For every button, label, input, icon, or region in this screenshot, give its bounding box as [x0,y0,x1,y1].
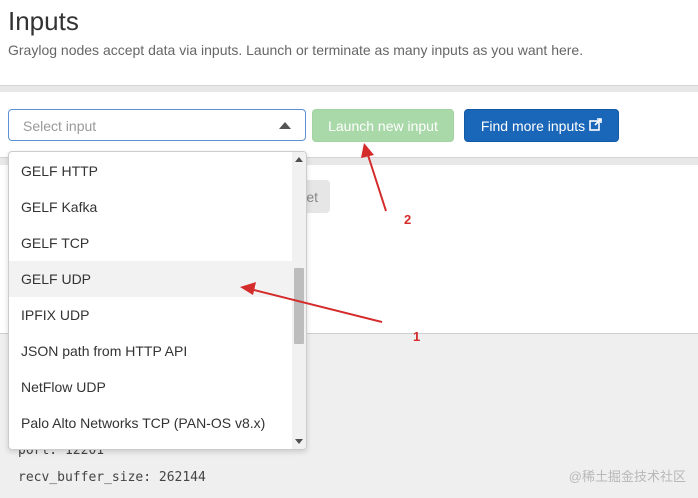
annotation-label-2: 2 [404,212,412,227]
arrow-2 [361,143,387,212]
annotation-arrows [240,143,387,323]
arrow-1 [240,282,383,323]
watermark: @稀土掘金技术社区 [568,469,686,484]
annotation-label-1: 1 [413,329,421,344]
